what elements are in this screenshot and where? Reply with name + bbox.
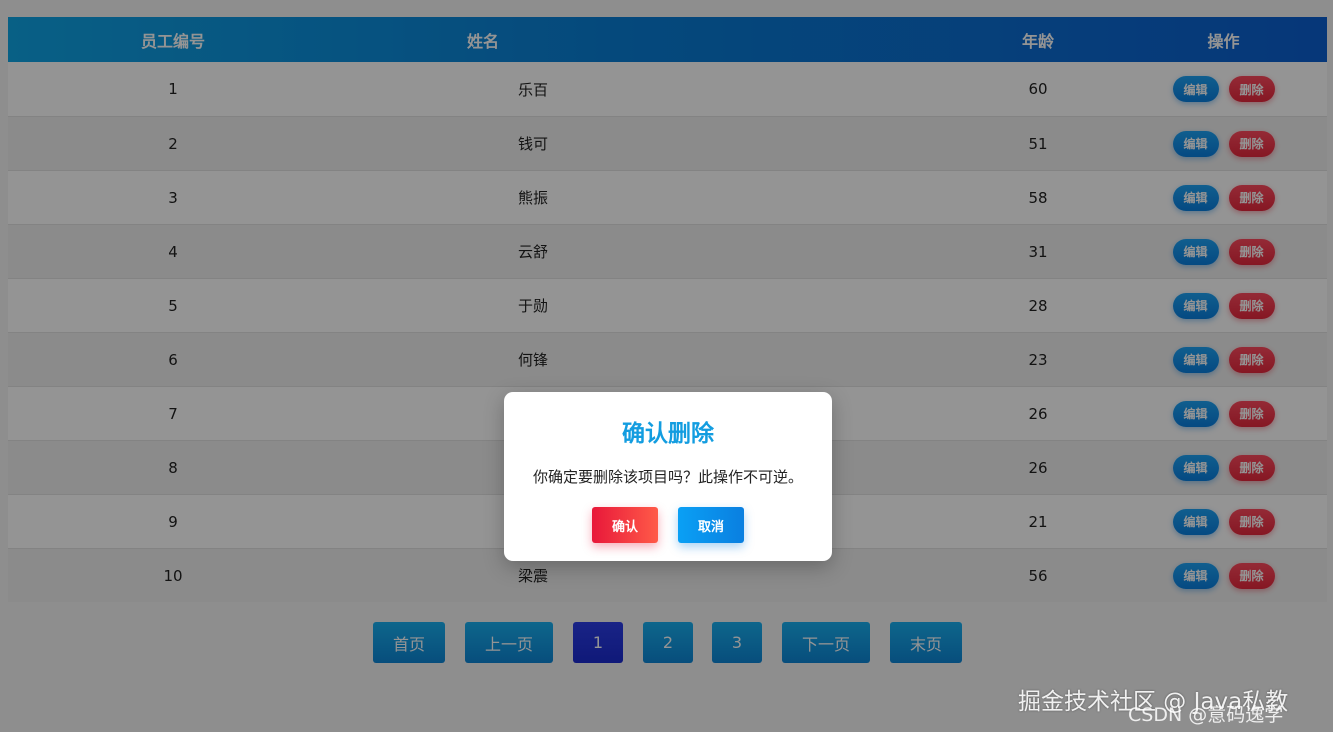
confirm-delete-dialog: 确认删除 你确定要删除该项目吗？此操作不可逆。 确认 取消 bbox=[504, 392, 832, 561]
modal-overlay[interactable] bbox=[0, 0, 1333, 732]
watermark-csdn: CSDN @意码逸学 bbox=[1128, 704, 1284, 726]
dialog-title: 确认删除 bbox=[622, 421, 714, 447]
dialog-actions: 确认 取消 bbox=[504, 507, 832, 543]
confirm-button[interactable]: 确认 bbox=[592, 507, 658, 543]
cancel-button[interactable]: 取消 bbox=[678, 507, 744, 543]
dialog-message: 你确定要删除该项目吗？此操作不可逆。 bbox=[532, 468, 803, 486]
